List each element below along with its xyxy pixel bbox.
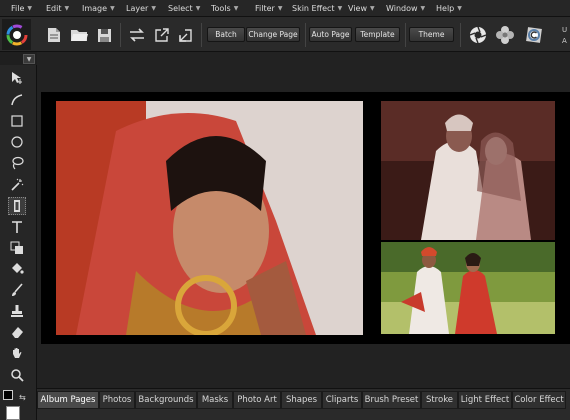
menu-label: Select [168, 3, 193, 13]
app-logo-icon [2, 19, 31, 50]
plugin-c-icon[interactable] [524, 25, 544, 45]
chevron-down-icon: ▼ [420, 4, 426, 12]
batch-button[interactable]: Batch [207, 27, 245, 42]
menu-label: Edit [46, 3, 62, 13]
chevron-down-icon: ▼ [195, 4, 201, 12]
toolbar-divider [201, 23, 202, 47]
brush-tool-icon[interactable] [8, 281, 26, 299]
color-swatches: ⇆ [2, 388, 36, 420]
auto-page-button[interactable]: Auto Page [309, 27, 352, 42]
theme-button[interactable]: Theme [409, 27, 454, 42]
crop-tool-icon[interactable] [8, 197, 26, 215]
menu-window[interactable]: Window ▼ [386, 0, 425, 17]
ellipse-tool-icon[interactable] [8, 133, 26, 151]
menu-label: Skin Effect [292, 3, 335, 13]
tool-palette: ▼ [0, 52, 37, 420]
tab-shapes[interactable]: Shapes [281, 391, 322, 409]
swap-colors-icon[interactable]: ⇆ [19, 393, 26, 402]
collapse-toolbox-button[interactable]: ▼ [23, 54, 35, 64]
menu-label: Image [82, 3, 108, 13]
tab-light-effect[interactable]: Light Effect [458, 391, 512, 409]
chevron-down-icon: ▼ [457, 4, 462, 12]
photo-slot-top-right[interactable] [381, 101, 555, 240]
app-window: File ▼ Edit ▼ Image ▼ Layer ▼ Select ▼ Tools ▼… [0, 0, 570, 420]
move-tool-icon[interactable] [8, 69, 26, 87]
toolbar-divider [120, 23, 121, 47]
clone-tool-icon[interactable] [8, 239, 26, 257]
toolbar-divider [405, 23, 406, 47]
text-tool-icon[interactable] [8, 218, 26, 236]
couple-outdoor-image [381, 242, 555, 334]
tab-photos[interactable]: Photos [99, 391, 135, 409]
pen-tool-icon[interactable] [8, 91, 26, 109]
bride-portrait-image [56, 101, 363, 335]
tab-brush-preset[interactable]: Brush Preset [362, 391, 421, 409]
export-icon[interactable] [151, 25, 171, 45]
chevron-down-icon: ▼ [110, 4, 115, 12]
tool-palette-header: ▼ [0, 52, 37, 65]
chevron-down-icon: ▼ [369, 4, 375, 12]
menu-tools[interactable]: Tools ▼ [211, 0, 238, 17]
change-page-button[interactable]: Change Page [246, 27, 300, 42]
new-file-icon[interactable] [44, 25, 64, 45]
menu-label: File [11, 3, 25, 13]
save-icon[interactable] [94, 25, 114, 45]
menu-layer[interactable]: Layer ▼ [126, 0, 156, 17]
menu-image[interactable]: Image ▼ [82, 0, 115, 17]
toolbar-divider [460, 23, 461, 47]
menu-filter[interactable]: Filter ▼ [255, 0, 282, 17]
tab-stroke[interactable]: Stroke [421, 391, 458, 409]
chevron-down-icon: ▼ [151, 4, 156, 12]
tab-album-pages[interactable]: Album Pages [37, 391, 99, 409]
background-color-swatch[interactable] [6, 406, 20, 420]
import-icon[interactable] [175, 25, 195, 45]
paint-bucket-icon[interactable] [8, 260, 26, 278]
hand-tool-icon[interactable] [8, 344, 26, 362]
lasso-tool-icon[interactable] [8, 154, 26, 172]
magic-wand-icon[interactable] [8, 176, 26, 194]
chevron-down-icon: ▼ [64, 4, 70, 12]
stamp-tool-icon[interactable] [8, 302, 26, 320]
tab-backgrounds[interactable]: Backgrounds [135, 391, 197, 409]
menu-label: Filter [255, 3, 275, 13]
rectangle-tool-icon[interactable] [8, 112, 26, 130]
main-toolbar: Batch Change Page Auto Page Template The… [0, 17, 570, 52]
tab-color-effect[interactable]: Color Effect [512, 391, 566, 409]
menu-file[interactable]: File ▼ [11, 0, 32, 17]
menu-bar: File ▼ Edit ▼ Image ▼ Layer ▼ Select ▼ Tools ▼… [0, 0, 570, 17]
toolbar-divider [305, 23, 306, 47]
menu-help[interactable]: Help ▼ [436, 0, 462, 17]
eraser-tool-icon[interactable] [8, 323, 26, 341]
menu-edit[interactable]: Edit ▼ [46, 0, 69, 17]
aperture-icon[interactable] [468, 25, 488, 45]
menu-label: View [348, 3, 367, 13]
menu-skin-effect[interactable]: Skin Effect ▼ [292, 0, 342, 17]
open-folder-icon[interactable] [69, 25, 89, 45]
menu-label: Help [436, 3, 455, 13]
tab-photo-art[interactable]: Photo Art [233, 391, 281, 409]
zoom-tool-icon[interactable] [8, 366, 26, 384]
asset-tab-bar: Album Pages Photos Backgrounds Masks Pho… [37, 388, 570, 420]
chevron-down-icon: ▼ [337, 4, 343, 12]
chevron-down-icon: ▼ [27, 4, 33, 12]
menu-label: Tools [211, 3, 231, 13]
template-button[interactable]: Template [355, 27, 400, 42]
chevron-down-icon: ▼ [277, 4, 283, 12]
menu-label: Window [386, 3, 418, 13]
menu-select[interactable]: Select ▼ [168, 0, 200, 17]
menu-label: Layer [126, 3, 149, 13]
couple-embrace-image [381, 101, 555, 240]
effects-flower-icon[interactable] [495, 25, 515, 45]
swap-arrows-icon[interactable] [127, 25, 147, 45]
photo-slot-main[interactable] [56, 101, 363, 335]
tab-cliparts[interactable]: Cliparts [322, 391, 362, 409]
foreground-color-swatch[interactable] [3, 390, 13, 400]
toolbar-overflow-label-1: U [562, 26, 568, 34]
chevron-down-icon: ▼ [233, 4, 239, 12]
tab-masks[interactable]: Masks [197, 391, 233, 409]
menu-view[interactable]: View ▼ [348, 0, 375, 17]
photo-slot-bottom-right[interactable] [381, 242, 555, 334]
toolbar-overflow-label-2: A [562, 37, 567, 45]
